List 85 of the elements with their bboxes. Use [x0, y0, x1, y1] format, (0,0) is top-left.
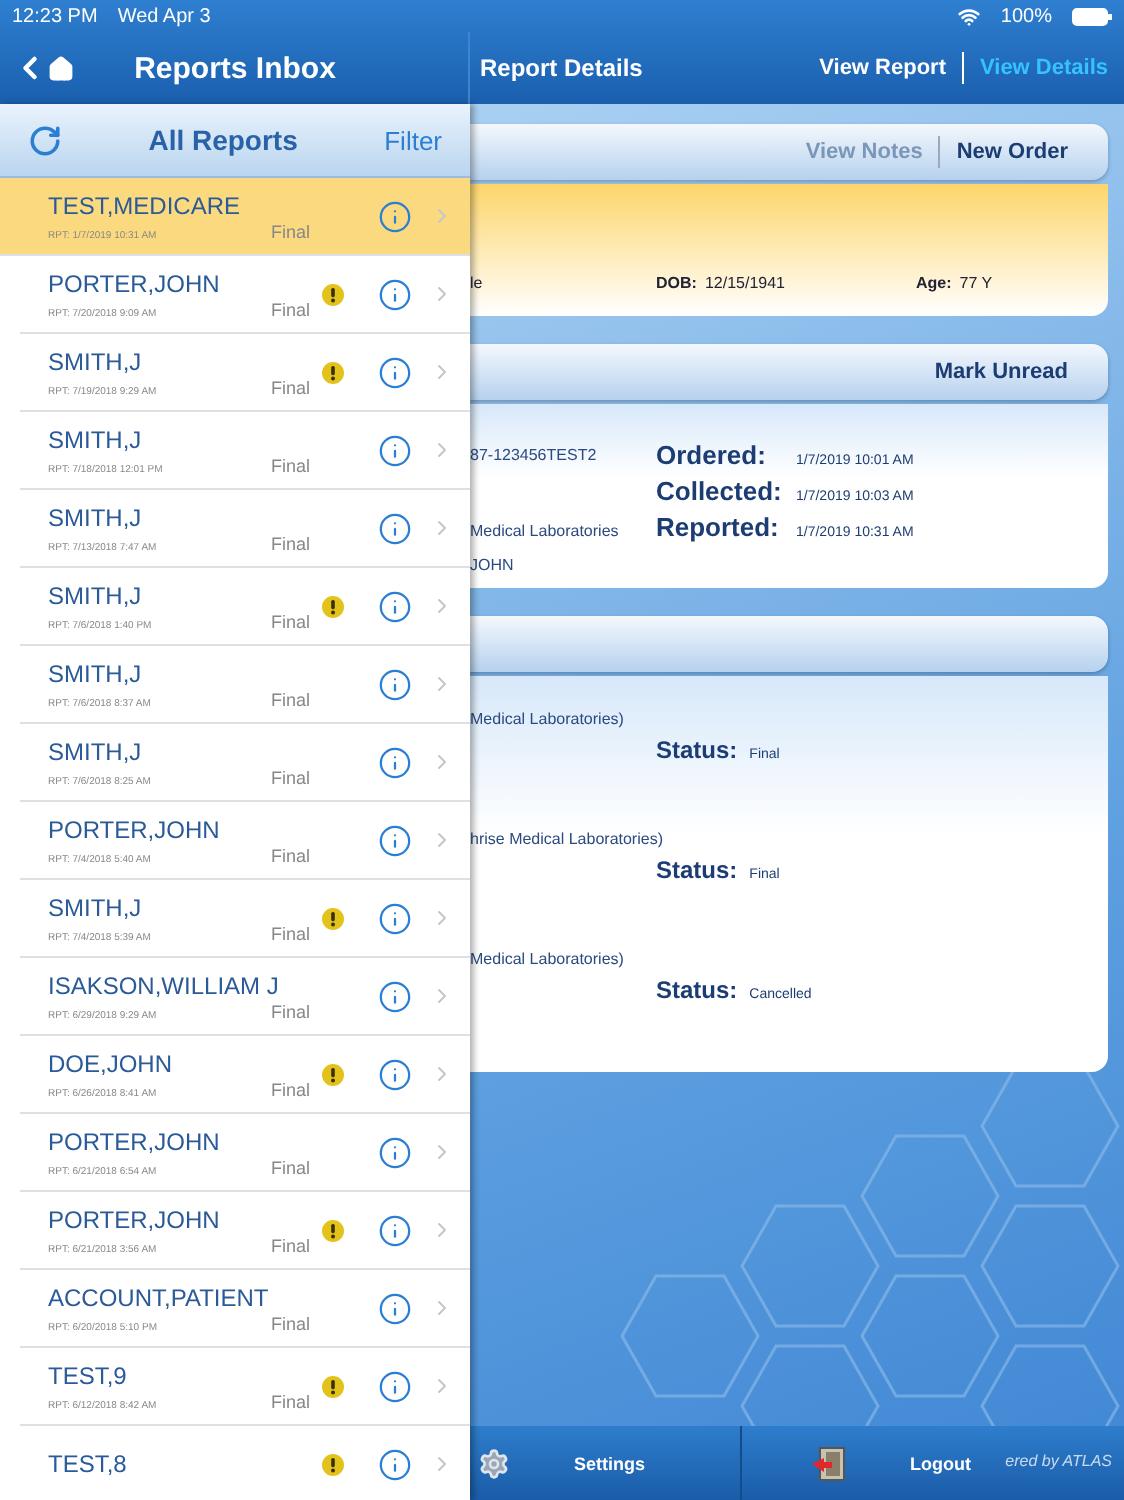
brand-text: ered by ATLAS	[1005, 1452, 1112, 1470]
patient-name: SMITH,J	[48, 425, 144, 453]
patient-name: TEST,8	[48, 1450, 129, 1478]
order-info-text: 87-123456TEST2	[470, 446, 599, 464]
info-icon[interactable]	[378, 1213, 412, 1247]
report-status: Final	[270, 1157, 310, 1177]
info-icon[interactable]	[378, 979, 412, 1013]
toolbar-button[interactable]: Settings	[470, 1426, 740, 1500]
info-icon[interactable]	[378, 589, 412, 623]
dob-label: DOB:	[656, 274, 697, 292]
battery-icon	[1072, 7, 1112, 25]
report-status: Final	[270, 533, 310, 553]
patient-name: PORTER,JOHN	[48, 269, 222, 297]
report-status: Final	[270, 923, 310, 943]
time-label: Ordered:	[656, 440, 768, 470]
report-status: Final	[270, 1001, 310, 1021]
lab-name: Medical Laboratories)	[470, 710, 626, 728]
home-icon[interactable]	[48, 55, 74, 81]
report-status: Final	[270, 689, 310, 709]
info-icon[interactable]	[378, 433, 412, 467]
status-label: Status:	[656, 736, 738, 764]
list-title: All Reports	[146, 124, 300, 156]
battery-percent: 100%	[1000, 5, 1052, 27]
view-tab[interactable]: View Report	[803, 52, 962, 84]
age-value: 77 Y	[959, 274, 993, 292]
time-label: Reported:	[656, 512, 781, 542]
info-icon[interactable]	[378, 1057, 412, 1091]
patient-name: SMITH,J	[48, 347, 144, 375]
settings-icon	[478, 1447, 510, 1479]
mark-unread-button[interactable]: Mark Unread	[918, 356, 1084, 388]
report-status: Final	[270, 611, 310, 631]
patient-name: SMITH,J	[48, 503, 144, 531]
patient-name: PORTER,JOHN	[48, 815, 222, 843]
report-status: Final	[270, 299, 310, 319]
report-status: Final	[270, 377, 310, 397]
patient-name-fragment: le	[470, 274, 483, 292]
patient-name: SMITH,J	[48, 737, 144, 765]
report-row[interactable]: TEST,8	[20, 1426, 470, 1500]
action-button[interactable]: New Order	[938, 136, 1084, 168]
patient-name: ACCOUNT,PATIENT	[48, 1283, 271, 1311]
status-date: Wed Apr 3	[117, 5, 211, 27]
patient-name: SMITH,J	[48, 659, 144, 687]
report-status: Final	[270, 1079, 310, 1099]
info-icon[interactable]	[378, 1447, 412, 1481]
patient-name: DOE,JOHN	[48, 1049, 175, 1077]
age-label: Age:	[916, 274, 952, 292]
info-icon[interactable]	[378, 667, 412, 701]
report-status: Final	[270, 845, 310, 865]
info-icon[interactable]	[378, 823, 412, 857]
patient-name: PORTER,JOHN	[48, 1127, 222, 1155]
patient-name: PORTER,JOHN	[48, 1205, 222, 1233]
lab-name: hrise Medical Laboratories)	[470, 830, 665, 848]
order-info-text: Medical Laboratories	[470, 522, 621, 540]
status-label: Status:	[656, 856, 738, 884]
patient-name: TEST,9	[48, 1361, 129, 1389]
details-title: Report Details	[480, 54, 645, 82]
info-icon[interactable]	[378, 277, 412, 311]
patient-name: ISAKSON,WILLIAM J	[48, 971, 281, 999]
refresh-icon[interactable]	[28, 123, 62, 157]
report-status: Final	[270, 767, 310, 787]
wifi-icon	[958, 5, 981, 27]
status-time: 12:23 PM	[12, 5, 98, 27]
time-label: Collected:	[656, 476, 784, 506]
patient-name: SMITH,J	[48, 581, 144, 609]
patient-name: TEST,MEDICARE	[48, 191, 243, 219]
report-status: Final	[270, 455, 310, 475]
exit-door-icon	[810, 1445, 846, 1481]
patient-name: SMITH,J	[48, 893, 144, 921]
status-label: Status:	[656, 976, 738, 1004]
report-status: Final	[270, 1391, 310, 1411]
inbox-title: Reports Inbox	[132, 51, 338, 85]
info-icon[interactable]	[378, 745, 412, 779]
info-icon[interactable]	[378, 199, 412, 233]
order-info-text: JOHN	[470, 556, 516, 574]
report-status: Final	[270, 221, 310, 241]
info-icon[interactable]	[378, 511, 412, 545]
info-icon[interactable]	[378, 901, 412, 935]
report-status: Final	[270, 1313, 310, 1333]
info-icon[interactable]	[378, 1369, 412, 1403]
lab-name: Medical Laboratories)	[470, 950, 626, 968]
info-icon[interactable]	[378, 1291, 412, 1325]
dob-value: 12/15/1941	[704, 274, 785, 292]
report-status: Final	[270, 1235, 310, 1255]
info-icon[interactable]	[378, 1135, 412, 1169]
info-icon[interactable]	[378, 355, 412, 389]
